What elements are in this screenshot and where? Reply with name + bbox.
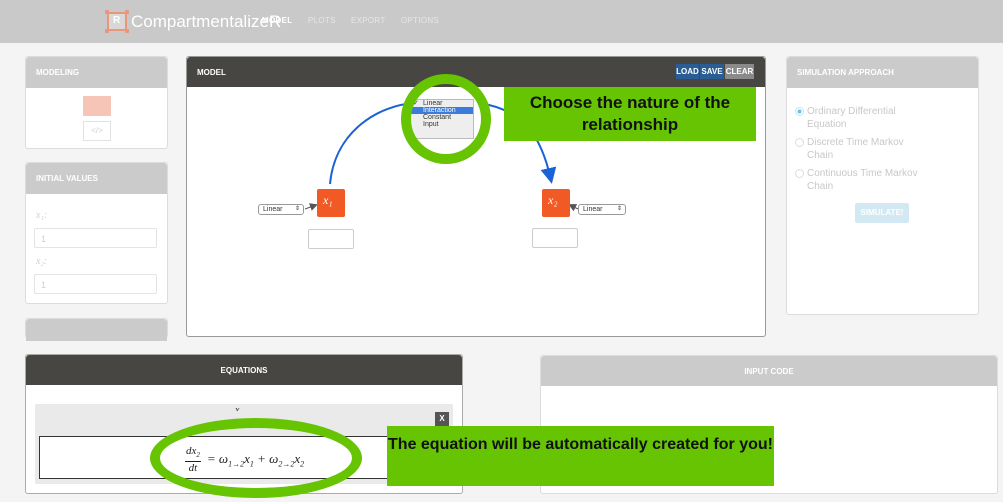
x2-rate-input[interactable] xyxy=(532,228,578,248)
relation-select-left-value: Linear xyxy=(263,206,283,213)
relation-select-right-value: Linear xyxy=(583,206,603,213)
radio-ode[interactable]: Ordinary Differential Equation xyxy=(795,105,927,131)
relation-select-right[interactable]: Linear ⇕ xyxy=(578,204,626,215)
radio-dtmc-label: Discrete Time Markov Chain xyxy=(807,137,904,161)
select-arrows-icon: ⇕ xyxy=(616,206,622,212)
input-code-header: INPUT CODE xyxy=(541,356,997,386)
radio-icon[interactable] xyxy=(795,169,804,178)
select-arrows-icon: ⇕ xyxy=(294,206,300,212)
close-equation-button[interactable]: X xyxy=(435,412,449,426)
input-arrow xyxy=(568,204,579,212)
compartment-x1-label: x₁ xyxy=(323,193,333,207)
equation-card-title: x₂ xyxy=(235,405,243,411)
equations-header: EQUATIONS xyxy=(26,355,462,385)
highlight-ring xyxy=(401,74,491,164)
simulation-header: SIMULATION APPROACH xyxy=(787,57,978,88)
simulate-button[interactable]: SIMULATE! xyxy=(855,203,909,223)
radio-selected-icon[interactable] xyxy=(795,107,804,116)
compartment-x2[interactable]: x₂ xyxy=(542,189,570,217)
radio-dtmc[interactable]: Discrete Time Markov Chain xyxy=(795,136,917,162)
input-arrow xyxy=(304,203,318,211)
compartment-x1[interactable]: x₁ xyxy=(317,189,345,217)
radio-ctmc-label: Continuous Time Markov Chain xyxy=(807,168,918,192)
radio-ctmc[interactable]: Continuous Time Markov Chain xyxy=(795,167,929,193)
equation-highlight-ring xyxy=(150,418,362,498)
radio-icon[interactable] xyxy=(795,138,804,147)
compartment-x2-label: x₂ xyxy=(548,193,558,207)
equation-callout: The equation will be automatically creat… xyxy=(387,426,774,486)
radio-ode-label: Ordinary Differential Equation xyxy=(807,106,896,130)
x1-rate-input[interactable] xyxy=(308,229,354,249)
dropdown-callout: Choose the nature of the relationship xyxy=(504,87,756,141)
relation-select-left[interactable]: Linear ⇕ xyxy=(258,204,304,215)
